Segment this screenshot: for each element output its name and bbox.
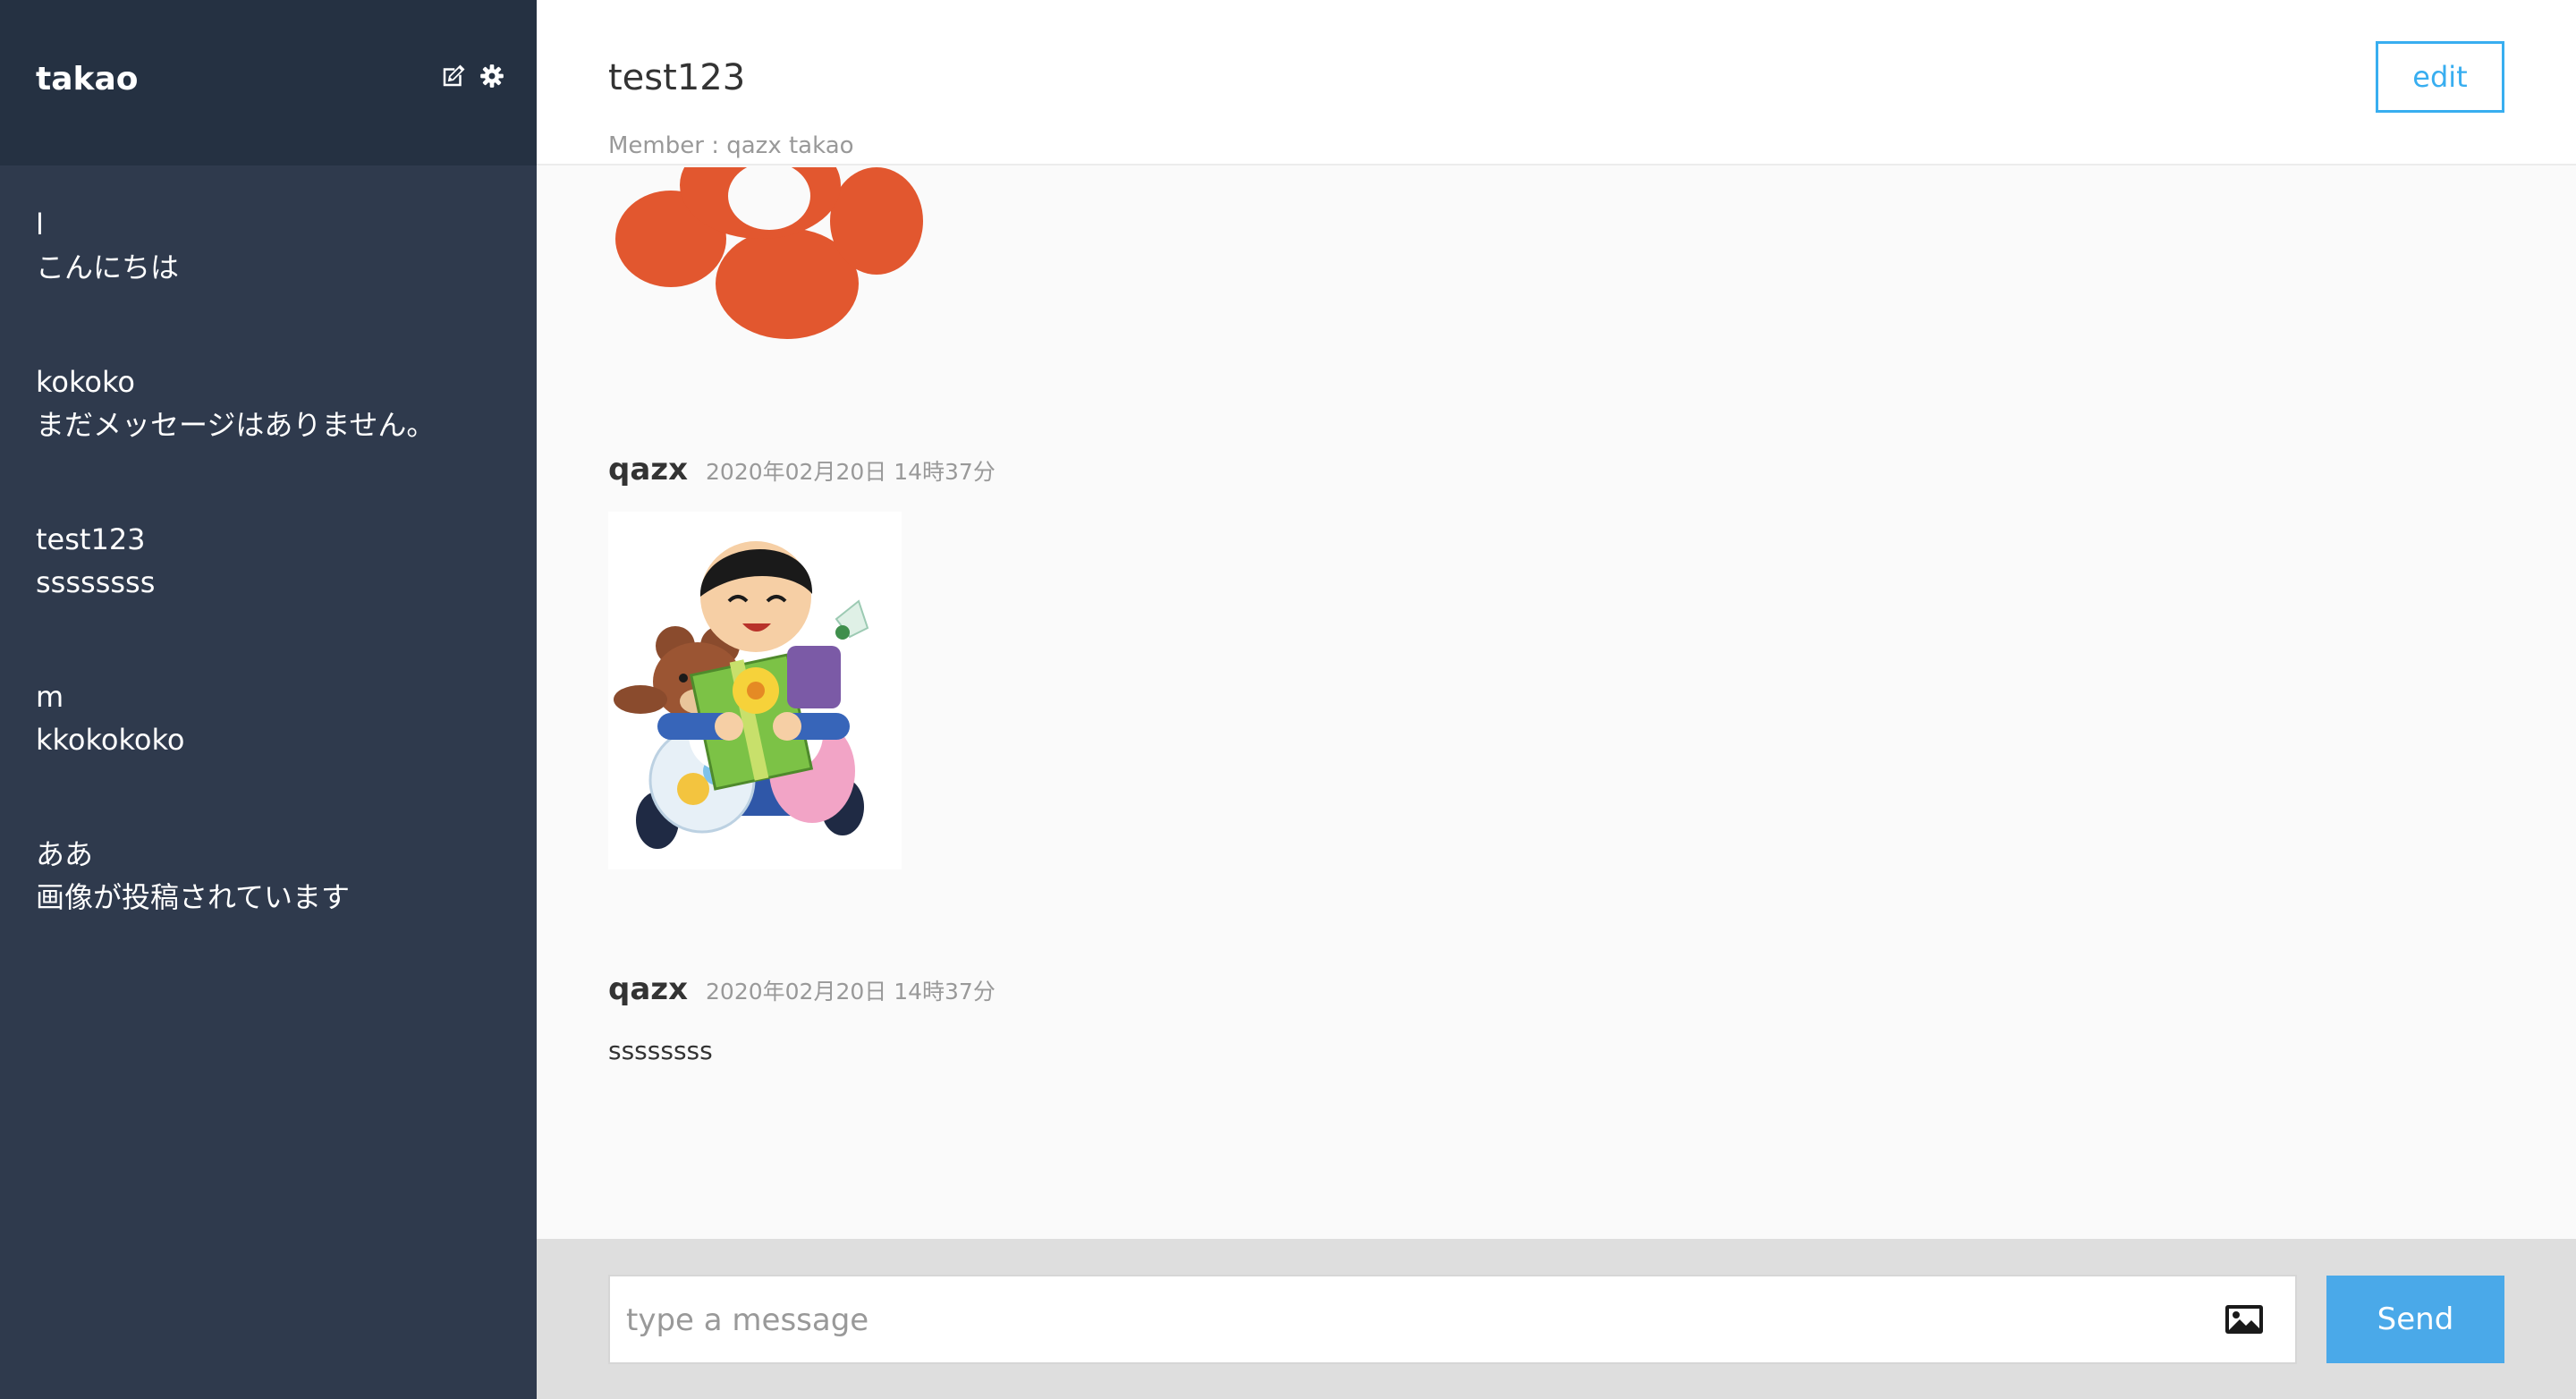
edit-icon[interactable] [440, 63, 467, 89]
group-item[interactable]: m kkokokoko [36, 675, 519, 761]
chat-main: test123 Member : qazx takao edit qazx 20… [537, 0, 2576, 1399]
image-upload-button[interactable] [2224, 1301, 2265, 1337]
group-name: kokoko [36, 365, 135, 399]
group-last-message: 画像が投稿されています [36, 880, 351, 914]
message-user: qazx [608, 452, 689, 488]
boy-with-presents-illustration [614, 541, 869, 849]
message-form: Send [537, 1239, 2576, 1399]
red-flower-illustration [615, 167, 923, 339]
member-list: Member : qazx takao [608, 132, 854, 159]
group-name: ああ [36, 837, 94, 871]
message-image-partial [608, 167, 930, 350]
group-name: test123 [36, 522, 146, 556]
message-meta: qazx 2020年02月20日 14時37分 [608, 450, 996, 492]
message-input-box [608, 1275, 2297, 1364]
gear-icon[interactable] [479, 64, 504, 89]
message-text: ssssssss [608, 1036, 713, 1065]
group-item[interactable]: ああ 画像が投稿されています [36, 833, 519, 919]
message-item: qazx 2020年02月20日 14時37分 ssssssss [608, 970, 996, 1067]
group-last-message: まだメッセージはありません。 [36, 408, 436, 442]
sidebar: takao l こんにちは kokoko まだメッセージはありません。 test… [0, 0, 537, 1399]
message-input[interactable] [626, 1294, 2200, 1346]
group-name: m [36, 680, 64, 714]
image-icon [2225, 1305, 2263, 1334]
group-name: l [36, 208, 44, 242]
message-list[interactable]: qazx 2020年02月20日 14時37分 qazx 2020年02月20日… [537, 167, 2576, 1239]
message-item: qazx 2020年02月20日 14時37分 [608, 450, 996, 869]
send-button[interactable]: Send [2326, 1276, 2504, 1363]
group-last-message: こんにちは [36, 250, 180, 284]
sidebar-header-icons [440, 63, 504, 89]
message-meta: qazx 2020年02月20日 14時37分 [608, 970, 996, 1012]
sidebar-header: takao [0, 0, 537, 165]
edit-group-button[interactable]: edit [2376, 41, 2504, 113]
group-item[interactable]: l こんにちは [36, 203, 519, 289]
message-image[interactable] [608, 512, 902, 869]
current-user-name: takao [36, 61, 139, 98]
chat-header: test123 Member : qazx takao edit [537, 0, 2576, 165]
group-item[interactable]: kokoko まだメッセージはありません。 [36, 360, 519, 446]
message-date: 2020年02月20日 14時37分 [706, 979, 996, 1005]
message-user: qazx [608, 971, 689, 1007]
message-date: 2020年02月20日 14時37分 [706, 459, 996, 485]
group-last-message: ssssssss [36, 565, 156, 599]
group-title: test123 [608, 57, 746, 98]
group-item[interactable]: test123 ssssssss [36, 518, 519, 604]
group-last-message: kkokokoko [36, 723, 185, 757]
